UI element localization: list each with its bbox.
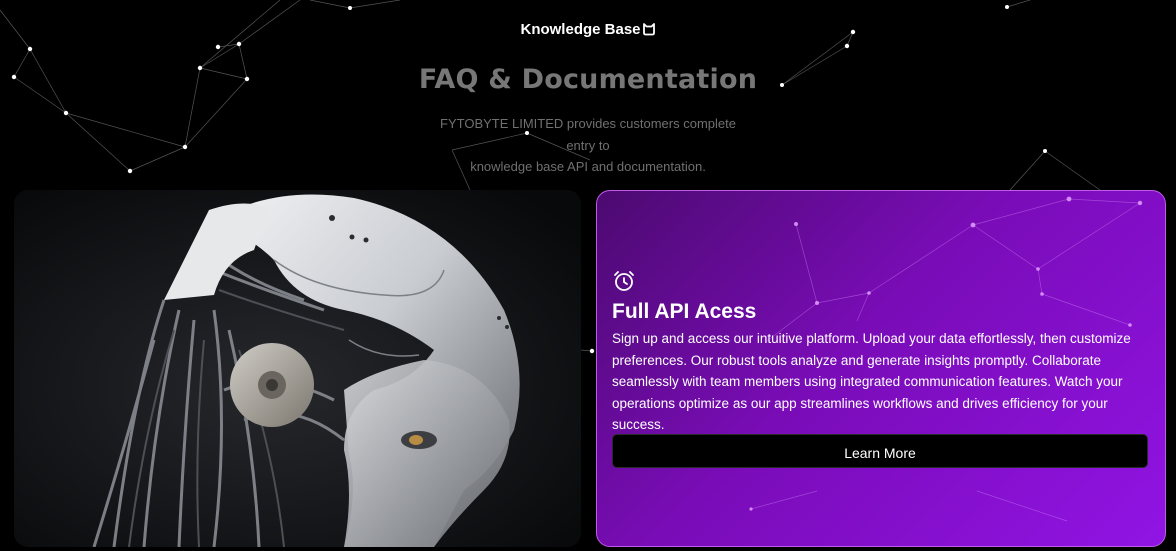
subtitle-line: FYTOBYTE LIMITED provides customers comp… bbox=[440, 116, 736, 131]
brand[interactable]: Knowledge Base bbox=[0, 21, 1176, 38]
feature-card: Full API Acess Sign up and access our in… bbox=[596, 190, 1166, 547]
page-subtitle: FYTOBYTE LIMITED provides customers comp… bbox=[428, 113, 748, 178]
alarm-clock-icon bbox=[614, 271, 634, 291]
page-title: FAQ & Documentation bbox=[418, 64, 758, 95]
learn-more-button[interactable]: Learn More bbox=[612, 434, 1148, 468]
cat-outline-icon bbox=[642, 23, 655, 36]
card-title: Full API Acess bbox=[612, 300, 757, 323]
robot-head-illustration bbox=[14, 190, 581, 547]
subtitle-line: entry to bbox=[566, 137, 610, 153]
brand-label: Knowledge Base bbox=[520, 21, 641, 38]
subtitle-line: knowledge base API and documentation. bbox=[470, 159, 706, 174]
card-description: Sign up and access our intuitive platfor… bbox=[612, 331, 1131, 432]
robot-head-image bbox=[14, 190, 581, 547]
